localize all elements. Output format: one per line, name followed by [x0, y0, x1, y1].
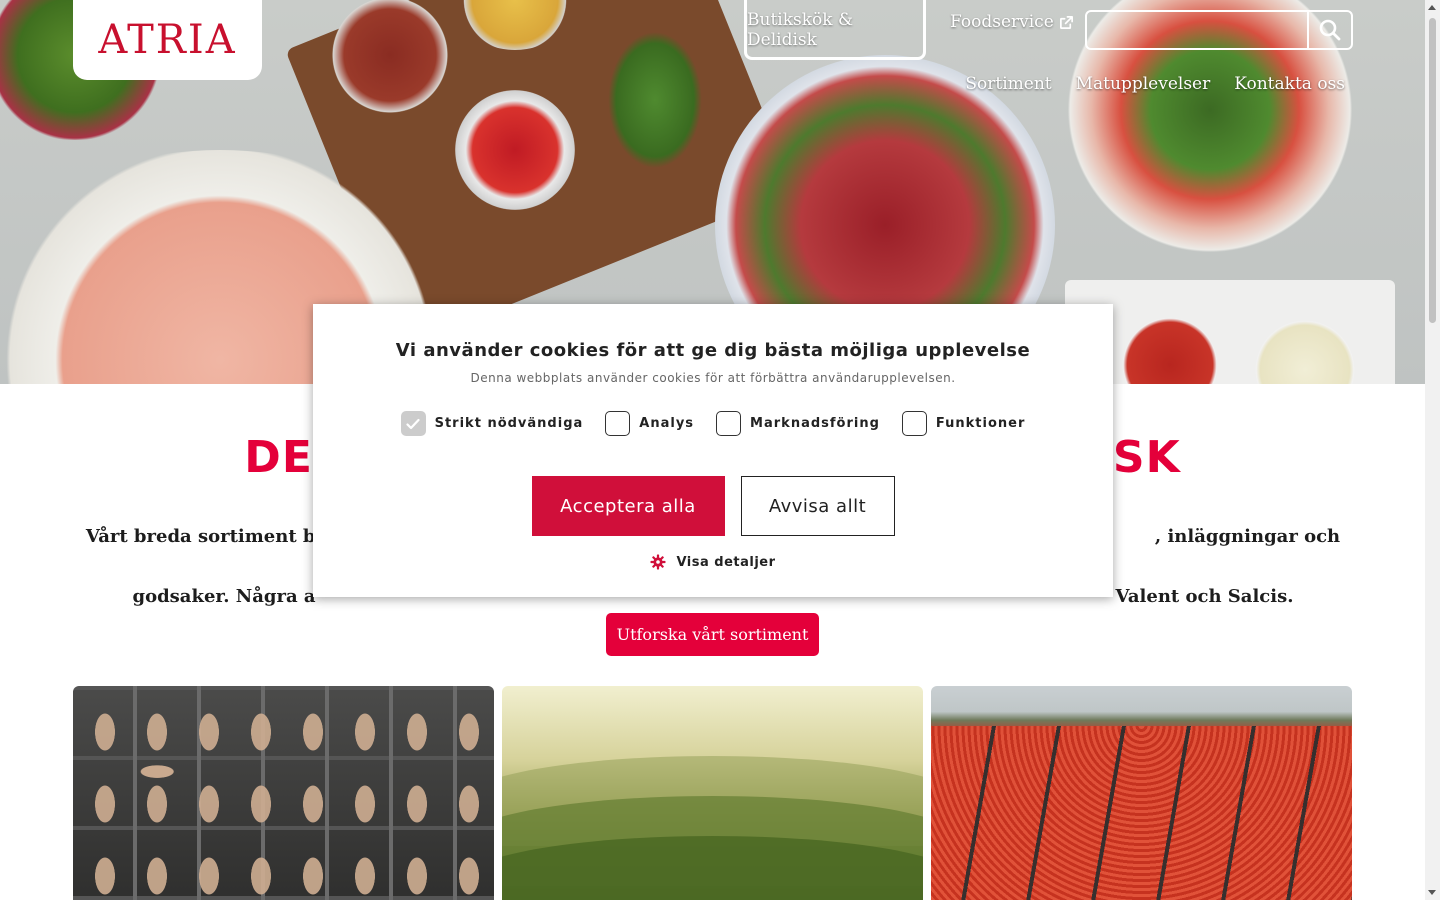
checkbox-marketing[interactable]: [716, 411, 742, 436]
option-analytics[interactable]: Analys: [605, 411, 694, 436]
card-sun-dried-tomatoes[interactable]: [931, 686, 1352, 900]
main-navigation: Sortiment Matupplevelser Kontakta oss: [965, 74, 1345, 94]
cookie-buttons: Acceptera alla Avvisa allt: [313, 476, 1113, 536]
details-label: Visa detaljer: [676, 554, 776, 570]
option-label: Strikt nödvändiga: [434, 416, 584, 431]
gear-icon: [650, 554, 666, 570]
checkbox-analytics[interactable]: [605, 411, 631, 436]
option-label: Marknadsföring: [750, 416, 880, 431]
show-details-link[interactable]: Visa detaljer: [313, 554, 1113, 570]
accept-all-button[interactable]: Acceptera alla: [531, 476, 725, 536]
foodservice-label: Foodservice: [950, 12, 1054, 32]
cookie-description: Denna webbplats använder cookies för att…: [470, 371, 956, 385]
scrollbar-thumb[interactable]: [1429, 18, 1436, 323]
cookie-title: Vi använder cookies för att ge dig bästa…: [395, 340, 1031, 361]
foodservice-link[interactable]: Foodservice: [950, 12, 1074, 32]
nav-sortiment[interactable]: Sortiment: [965, 74, 1051, 94]
search-button[interactable]: [1307, 12, 1351, 48]
intro-line2-left: godsaker. Några a: [132, 586, 316, 607]
option-functional[interactable]: Funktioner: [901, 411, 1026, 436]
card-landscape[interactable]: [502, 686, 923, 900]
option-strictly-necessary[interactable]: Strikt nödvändiga: [400, 411, 584, 436]
headline-left: DE: [244, 432, 313, 483]
external-link-icon: [1059, 15, 1073, 29]
option-label: Funktioner: [935, 416, 1026, 431]
search-icon: [1319, 19, 1341, 41]
logo-text: ATRIA: [98, 17, 237, 63]
reject-all-button[interactable]: Avvisa allt: [740, 476, 895, 536]
intro-line2-right: Valent och Salcis.: [1115, 586, 1294, 607]
option-marketing[interactable]: Marknadsföring: [716, 411, 880, 436]
nav-matupplevelser[interactable]: Matupplevelser: [1076, 74, 1211, 94]
checkbox-functional[interactable]: [901, 411, 927, 436]
scroll-up-arrow[interactable]: [1428, 5, 1436, 10]
tab-butikskok-delidisk[interactable]: Butikskök & Delidisk: [744, 0, 926, 60]
cookie-options: Strikt nödvändiga Analys Marknadsföring …: [313, 411, 1113, 436]
scroll-down-arrow[interactable]: [1428, 890, 1436, 895]
explore-assortment-button[interactable]: Utforska vårt sortiment: [606, 613, 819, 656]
atria-logo[interactable]: ATRIA: [73, 0, 262, 80]
search-form: [1085, 10, 1353, 50]
scrollbar[interactable]: [1425, 0, 1440, 900]
cookie-consent-dialog: Vi använder cookies för att ge dig bästa…: [313, 304, 1113, 597]
headline-right: SK: [1112, 432, 1181, 483]
nav-kontakta-oss[interactable]: Kontakta oss: [1234, 74, 1345, 94]
checkbox-strictly-necessary[interactable]: [400, 411, 426, 436]
option-label: Analys: [639, 416, 695, 431]
card-ham-curing[interactable]: [73, 686, 494, 900]
check-icon: [406, 418, 420, 429]
search-input[interactable]: [1087, 12, 1307, 48]
